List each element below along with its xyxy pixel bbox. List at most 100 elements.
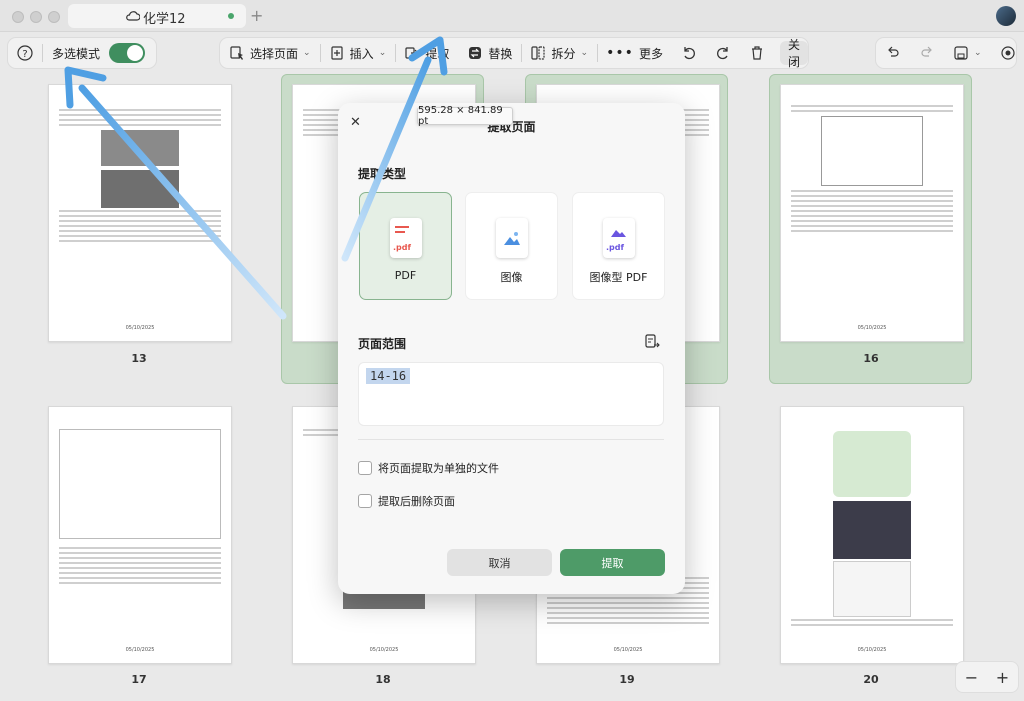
split-label: 拆分	[551, 46, 576, 61]
ai-assistant-button[interactable]	[991, 38, 1024, 68]
option-label: 将页面提取为单独的文件	[378, 462, 499, 475]
checkbox[interactable]	[358, 461, 372, 475]
cloud-icon	[126, 11, 140, 21]
zoom-controls: − +	[955, 661, 1019, 693]
page-thumbnail[interactable]: 05/10/2025	[48, 84, 232, 342]
save-button[interactable]: ⌄	[944, 38, 991, 68]
new-tab-button[interactable]: +	[250, 6, 263, 25]
page-date: 05/10/2025	[125, 647, 155, 653]
figure-image	[833, 501, 911, 559]
option-label: 提取后删除页面	[378, 495, 455, 508]
page-range-input[interactable]: 14-16	[358, 362, 664, 426]
cancel-button[interactable]: 取消	[447, 549, 552, 576]
page-date: 05/10/2025	[857, 647, 887, 653]
insert-label: 插入	[349, 46, 374, 61]
page-date: 05/10/2025	[613, 647, 643, 653]
avatar[interactable]	[996, 6, 1016, 26]
more-label: 更多	[638, 46, 663, 61]
right-toolbar: ⌄	[875, 37, 1017, 69]
pdf-tag: .pdf	[606, 243, 624, 252]
insert-page-icon	[331, 46, 343, 60]
option-extract-separate[interactable]: 将页面提取为单独的文件	[358, 460, 499, 476]
type-option-image[interactable]: 图像	[465, 192, 558, 300]
page-toolbar: 选择页面 ⌄ 插入 ⌄ 提取 替换 拆分 ⌄ ••• 更多 关闭	[219, 37, 809, 69]
type-option-pdf[interactable]: .pdf PDF	[359, 192, 452, 300]
type-label: PDF	[394, 269, 417, 282]
option-delete-after[interactable]: 提取后删除页面	[358, 493, 455, 509]
chevron-down-icon: ⌄	[974, 48, 982, 58]
extract-label: 提取	[425, 46, 450, 61]
close-mode-button[interactable]: 关闭	[779, 38, 808, 69]
window-close-button[interactable]	[12, 11, 24, 23]
divider	[358, 439, 664, 440]
zoom-in-button[interactable]: +	[996, 668, 1009, 687]
rotate-left-icon	[684, 47, 695, 60]
undo-button[interactable]	[876, 38, 910, 68]
checkbox[interactable]	[358, 494, 372, 508]
trash-icon	[751, 46, 762, 60]
rotate-right-icon	[717, 47, 728, 60]
pdf-tag: .pdf	[393, 243, 411, 252]
pdf-file-icon: .pdf	[390, 218, 422, 258]
page-date: 05/10/2025	[369, 647, 399, 653]
extract-icon	[405, 47, 420, 59]
select-pages-button[interactable]: 选择页面 ⌄	[220, 38, 320, 68]
chevron-down-icon: ⌄	[303, 48, 311, 58]
question-circle-icon: ?	[17, 45, 33, 61]
multi-select-label: 多选模式	[52, 46, 101, 61]
image-file-icon	[496, 218, 528, 258]
page-number: 19	[619, 673, 635, 686]
page-range-value: 14-16	[366, 368, 411, 384]
extract-confirm-button[interactable]: 提取	[560, 549, 665, 576]
more-dots-icon: •••	[606, 45, 634, 61]
split-icon	[531, 46, 546, 60]
help-button[interactable]: ?	[8, 38, 42, 68]
rotate-right-button[interactable]	[706, 38, 740, 68]
window-minimize-button[interactable]	[30, 11, 42, 23]
page-range-picker-icon[interactable]	[643, 333, 661, 351]
zoom-out-button[interactable]: −	[965, 668, 978, 687]
replace-label: 替换	[488, 46, 513, 61]
redo-button[interactable]	[910, 38, 944, 68]
tab-title: 化学12	[143, 12, 186, 27]
extract-button[interactable]: 提取	[395, 38, 458, 68]
page-number: 16	[863, 352, 879, 365]
figure-image	[821, 116, 923, 186]
page-thumbnail[interactable]: 05/10/2025	[780, 406, 964, 664]
figure-image	[101, 170, 179, 208]
figure-chart	[833, 561, 911, 617]
type-option-image-pdf[interactable]: .pdf 图像型 PDF	[572, 192, 665, 300]
page-date: 05/10/2025	[857, 325, 887, 331]
extract-type-heading: 提取类型	[358, 167, 407, 181]
undo-icon	[888, 46, 899, 57]
multi-select-toggle[interactable]	[109, 43, 146, 63]
chevron-down-icon: ⌄	[580, 48, 589, 58]
page-number: 20	[863, 673, 879, 686]
replace-icon	[469, 47, 482, 59]
save-icon	[954, 46, 968, 60]
redo-icon	[921, 46, 932, 57]
page-number: 17	[131, 673, 147, 686]
tab-status-dot	[228, 13, 234, 19]
select-cursor-icon	[230, 46, 243, 60]
type-label: 图像型 PDF	[589, 271, 648, 284]
page-date: 05/10/2025	[125, 325, 155, 331]
ai-assistant-icon	[1000, 46, 1015, 60]
delete-button[interactable]	[740, 38, 774, 68]
select-pages-label: 选择页面	[250, 46, 299, 61]
page-thumbnail[interactable]: 05/10/2025	[780, 84, 964, 342]
image-pdf-file-icon: .pdf	[603, 218, 635, 258]
extract-pages-dialog: ✕ 提取页面 提取类型 .pdf PDF 图像 .pdf 图像型 PDF 页面范…	[338, 103, 685, 594]
page-number: 18	[375, 673, 391, 686]
page-number: 13	[131, 352, 147, 365]
svg-text:?: ?	[22, 49, 27, 60]
rotate-left-button[interactable]	[672, 38, 706, 68]
left-toolbar: ? 多选模式	[7, 37, 157, 69]
replace-button[interactable]: 替换	[458, 38, 521, 68]
split-button[interactable]: 拆分 ⌄	[521, 38, 597, 68]
window-zoom-button[interactable]	[48, 11, 60, 23]
page-range-heading: 页面范围	[358, 337, 407, 351]
more-button[interactable]: ••• 更多	[597, 38, 672, 68]
insert-button[interactable]: 插入 ⌄	[320, 38, 396, 68]
page-thumbnail[interactable]: 05/10/2025	[48, 406, 232, 664]
